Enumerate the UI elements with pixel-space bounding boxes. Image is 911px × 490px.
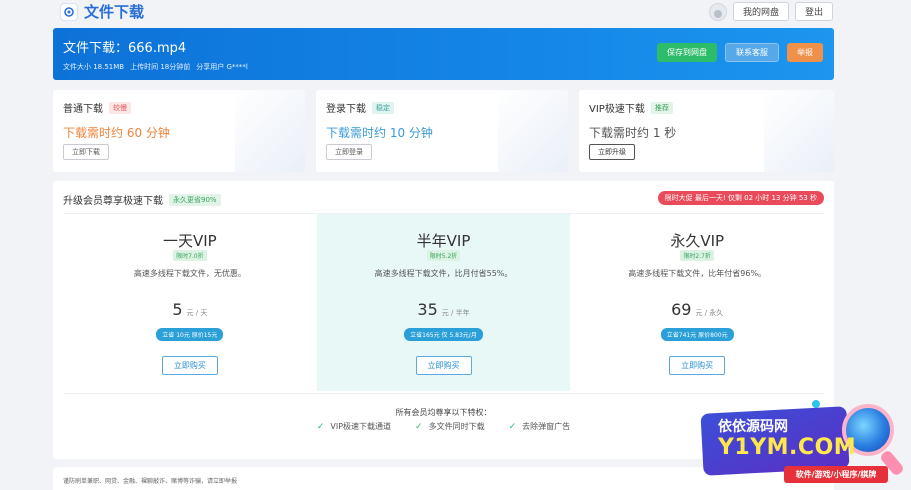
brand[interactable]: 文件下载 — [60, 1, 144, 22]
perk-item: ✓ 多文件同时下载 — [415, 421, 485, 432]
perk-label: 多文件同时下载 — [428, 422, 485, 431]
plan-unit: 元 / 半年 — [441, 309, 470, 317]
watermark-logo: 依依源码网 Y1YM.COM 软件/游戏/小程序/棋牌 — [692, 398, 911, 490]
plan-price: 35 — [417, 300, 438, 319]
upgrade-now-button[interactable]: 立即升级 — [589, 144, 635, 160]
plan-unit: 元 / 永久 — [695, 309, 724, 317]
cloud-logo-icon — [60, 2, 78, 21]
option-name: 普通下载 — [63, 104, 103, 115]
buy-now-button[interactable]: 立即购买 — [161, 356, 218, 375]
perk-label: 去除弹窗广告 — [522, 422, 571, 431]
top-bar: 文件下载 我的网盘 登出 — [0, 0, 911, 23]
plan-name: 永久VIP — [670, 232, 725, 250]
download-option-login: 登录下载 稳定 下载需时约 10 分钟 立即登录 — [316, 90, 568, 172]
upload-time: 上传时间 18分钟前 — [130, 63, 191, 71]
buy-now-button[interactable]: 立即购买 — [415, 356, 472, 375]
save-to-disk-button[interactable]: 保存到网盘 — [657, 43, 717, 62]
watermark-en: Y1YM.COM — [718, 435, 857, 460]
plan-desc: 高速多线程下载文件，比年付省96%。 — [628, 269, 767, 278]
plan-save: 立省 10元 原价15元 — [156, 328, 224, 341]
plan-price: 5 — [172, 300, 183, 319]
watermark-cn: 依依源码网 — [718, 419, 788, 435]
option-tag: 较慢 — [109, 101, 131, 114]
plan-card-day: 一天VIP 限时7.0折 高速多线程下载文件，无优惠。 5 元 / 天 立省 1… — [63, 214, 317, 391]
share-user: 分享用户 G****l — [196, 63, 248, 71]
download-option-vip: VIP极速下载 推荐 下载需时约 1 秒 立即升级 — [579, 90, 834, 172]
perk-item: ✓ 去除弹窗广告 — [509, 421, 571, 432]
perk-label: VIP极速下载通道 — [330, 422, 392, 431]
option-name: 登录下载 — [326, 104, 366, 115]
check-icon: ✓ — [316, 421, 325, 432]
download-now-button[interactable]: 立即下载 — [63, 144, 109, 160]
watermark-tagline: 软件/游戏/小程序/棋牌 — [784, 466, 888, 483]
plan-discount: 限时7.0折 — [173, 250, 207, 261]
plan-unit: 元 / 天 — [186, 309, 208, 317]
upgrade-badge: 永久更省90% — [169, 193, 221, 206]
avatar[interactable] — [708, 2, 727, 21]
plan-desc: 高速多线程下载文件，比月付省55%。 — [374, 269, 513, 278]
page-title: 文件下载 — [84, 3, 145, 21]
report-button[interactable]: 举报 — [787, 43, 823, 62]
option-time: 下载需时约 10 分钟 — [326, 126, 433, 140]
plan-discount: 限时5.2折 — [426, 250, 461, 261]
logout-button[interactable]: 登出 — [794, 2, 833, 21]
perk-item: ✓ VIP极速下载通道 — [317, 421, 391, 432]
check-icon: ✓ — [508, 421, 517, 432]
option-name: VIP极速下载 — [589, 104, 645, 115]
file-info-banner: 文件下载：666.mp4 文件大小 18.51MB 上传时间 18分钟前 分享用… — [53, 28, 834, 80]
option-time: 下载需时约 1 秒 — [589, 126, 677, 140]
plan-desc: 高速多线程下载文件，无优惠。 — [133, 269, 246, 278]
contact-support-button[interactable]: 联系客服 — [725, 43, 779, 62]
plan-save: 立省741元 原价800元 — [660, 328, 734, 341]
check-icon: ✓ — [415, 421, 423, 432]
buy-now-button[interactable]: 立即购买 — [669, 356, 726, 375]
plan-price: 69 — [671, 300, 692, 319]
plan-name: 半年VIP — [416, 232, 471, 250]
promo-countdown: 限时大促 最后一天! 仅剩 02 小时 13 分钟 53 秒 — [657, 191, 824, 205]
plan-name: 一天VIP — [162, 232, 217, 250]
option-time: 下载需时约 60 分钟 — [63, 126, 170, 140]
plan-card-lifetime: 永久VIP 限时2.7折 高速多线程下载文件，比年付省96%。 69 元 / 永… — [570, 214, 824, 391]
option-tag: 稳定 — [372, 101, 394, 114]
login-now-button[interactable]: 立即登录 — [326, 144, 372, 160]
plan-save: 立省165元 仅 5.83元/月 — [404, 328, 483, 341]
download-option-normal: 普通下载 较慢 下载需时约 60 分钟 立即下载 — [53, 90, 305, 172]
plan-card-halfyear: 半年VIP 限时5.2折 高速多线程下载文件，比月付省55%。 35 元 / 半… — [316, 214, 571, 391]
option-tag: 推荐 — [650, 101, 673, 114]
file-size: 文件大小 18.51MB — [63, 63, 125, 71]
my-disk-button[interactable]: 我的网盘 — [732, 2, 789, 21]
upgrade-title: 升级会员尊享极速下载 — [63, 196, 163, 207]
plan-discount: 限时2.7折 — [680, 250, 714, 261]
file-meta: 文件大小 18.51MB 上传时间 18分钟前 分享用户 G****l — [63, 62, 824, 72]
plan-list: 一天VIP 限时7.0折 高速多线程下载文件，无优惠。 5 元 / 天 立省 1… — [63, 214, 824, 391]
